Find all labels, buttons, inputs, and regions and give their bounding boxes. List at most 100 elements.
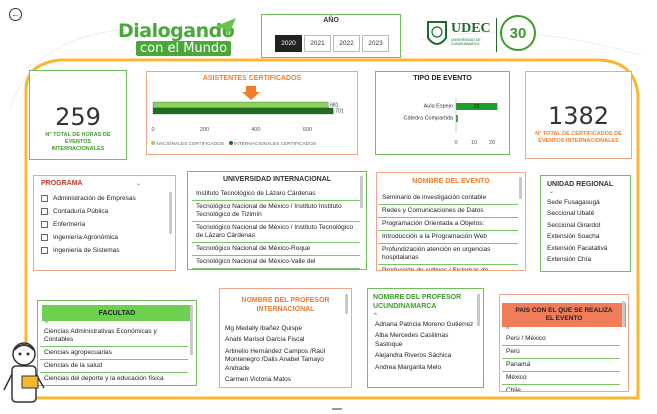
unidad-item[interactable]: Sede Fusagasugá (543, 197, 629, 209)
x-tick-label: 10 (471, 140, 477, 146)
checkbox[interactable] (41, 234, 48, 241)
logo-subtitle: con el Mundo (136, 41, 232, 56)
evento-item[interactable]: Programación Orientada a Objetos: (378, 218, 518, 231)
checkbox[interactable] (41, 221, 48, 228)
evento-scrollbar[interactable] (519, 177, 522, 199)
checkbox[interactable] (41, 247, 48, 254)
year-button-2023[interactable]: 2023 (362, 35, 389, 52)
pais-list: Perú / México Perú Panamá México Chile (502, 333, 620, 391)
evento-item[interactable]: Profundización atención en urgencias hos… (378, 244, 518, 265)
legend-national: NACIONALES CERTIFICADOS (156, 142, 225, 147)
prof-udec-list: Adriana Patricia Moreno Gutiérrez Alba Me… (371, 319, 479, 374)
prof-udec-item[interactable]: Alejandra Riveros Sáchica (371, 351, 479, 363)
pais-title: PAIS CON EL QUE SE REALIZA EL EVENTO (515, 307, 613, 322)
programa-option[interactable]: Ingeniería de Sistemas (41, 244, 166, 257)
udec-logo: UDEC UNIVERSIDAD DE CUNDINAMARCA (426, 18, 496, 52)
year-button-2020[interactable]: 2020 (275, 35, 302, 52)
category-label: Cátedra Compartida (403, 116, 453, 122)
unidad-item[interactable]: Extensión Soacha (543, 232, 629, 244)
prof-udec-item[interactable]: Alba Mercedes Casilimas Sastoque (371, 331, 479, 351)
pais-filter: PAIS CON EL QUE SE REALIZA EL EVENTO ^ P… (499, 294, 629, 392)
universidad-item[interactable]: Tecnológico Nacional de México / Institu… (192, 222, 360, 243)
udec-subtitle: UNIVERSIDAD DE CUNDINAMARCA (451, 38, 481, 46)
universidad-item[interactable]: Tecnológico Nacional de México-Valle del (192, 256, 360, 269)
x-tick-label: 20 (489, 140, 495, 146)
prof-udec-item[interactable]: Adriana Patricia Moreno Gutiérrez (371, 319, 479, 331)
back-button[interactable]: ← (9, 8, 22, 21)
year-button-2022[interactable]: 2022 (333, 35, 360, 52)
pais-item[interactable]: Chile (502, 385, 620, 391)
facultad-item[interactable]: Ciencias agropecuarias (40, 347, 188, 360)
facultad-header: FACULTAD (42, 305, 192, 321)
year-filter-title: AÑO (323, 17, 339, 24)
unidad-list: Sede Fusagasugá Seccional Ubaté Seccional … (543, 197, 629, 266)
universidad-item[interactable]: Tecnológico Nacional de México / Institu… (192, 201, 360, 222)
bar-value-label: 701 (335, 109, 344, 115)
kpi-certs-label: N° TOTAL DE CERTIFICADOS DE EVENTOS INTE… (535, 131, 622, 144)
udec-seal-icon (427, 21, 447, 45)
facultad-item[interactable]: Ciencias del deporte y la educación físi… (40, 373, 188, 385)
pais-item[interactable]: Panamá (502, 359, 620, 372)
evento-list: Seminario de investigación contable Redes… (378, 192, 518, 270)
unidad-item[interactable]: Seccional Girardot (543, 220, 629, 232)
programa-option[interactable]: Contaduría Pública (41, 205, 166, 218)
facultad-item[interactable]: Ciencias de la salud (40, 360, 188, 373)
programa-option[interactable]: Administración de Empresas (41, 192, 166, 205)
prof-int-item[interactable]: Artinelio Hernández Campos /Raúl Montene… (221, 346, 345, 375)
unidad-chevron-icon[interactable]: ⌄ (549, 188, 554, 195)
page-indicator (332, 408, 342, 410)
mascot-figure (3, 342, 45, 403)
programa-filter: PROGRAMA ⌄ Administración de Empresas Con… (33, 175, 176, 271)
pais-item[interactable]: México (502, 372, 620, 385)
checkbox[interactable] (41, 208, 48, 215)
unidad-item[interactable]: Extensión Chía (543, 255, 629, 267)
x-tick-label: 0 (454, 140, 457, 146)
anniversary-number: 30 (509, 24, 527, 42)
unidad-item[interactable]: Seccional Ubaté (543, 209, 629, 221)
facultad-scrollbar[interactable] (190, 305, 193, 355)
programa-option[interactable]: Ingeniería Agronómica (41, 231, 166, 244)
unidad-item[interactable]: Extensión Facatativá (543, 243, 629, 255)
bar-national (152, 101, 329, 109)
kpi-hours-value: 259 (55, 103, 101, 131)
x-tick-label: 200 (200, 127, 209, 133)
facultad-filter: FACULTAD ^ Ciencias Administrativas Econ… (37, 300, 197, 386)
pais-item[interactable]: Perú / México (502, 333, 620, 346)
programa-scrollbar[interactable] (169, 192, 172, 234)
evento-filter: NOMBRE DEL EVENTO Seminario de investiga… (376, 172, 526, 271)
event-type-bar (456, 115, 458, 122)
evento-item[interactable]: Seminario de investigación contable (378, 192, 518, 205)
universidad-title: UNIVERSIDAD INTERNACIONAL (222, 176, 332, 183)
facultad-item[interactable]: Ciencias Administrativas Económicas y Co… (40, 326, 188, 347)
programa-list: Administración de Empresas Contaduría Púb… (41, 192, 166, 257)
x-tick-label: 0 (151, 127, 154, 133)
checkbox[interactable] (41, 195, 48, 202)
programa-option-label: Ingeniería Agronómica (53, 234, 119, 241)
prof-int-item[interactable]: Carmen Victoria Matos (221, 375, 345, 387)
prof-int-item[interactable]: Anahi Marisol García Fiscal (221, 335, 345, 347)
programa-option-label: Enfermería (53, 221, 86, 228)
anniversary-logo: 30 (500, 15, 536, 51)
evento-item[interactable]: Producción de cultivos / Sistemas de (378, 265, 518, 270)
unidad-title: UNIDAD REGIONAL (547, 181, 614, 188)
x-tick-label: 400 (251, 127, 260, 133)
prof-udec-title: NOMBRE DEL PROFESOR UCUNDINAMARCA (373, 294, 462, 310)
evento-title: NOMBRE DEL EVENTO (412, 178, 490, 185)
universidad-scrollbar[interactable] (360, 176, 363, 208)
programa-option[interactable]: Enfermería (41, 218, 166, 231)
universidad-item[interactable]: Instituto Tecnológico de Lázaro Cárdenas (192, 188, 360, 201)
universidad-item[interactable]: Tecnológico Nacional de México-Roque (192, 243, 360, 256)
pais-item[interactable]: Perú (502, 346, 620, 359)
programa-chevron-icon[interactable]: ⌄ (136, 180, 141, 187)
universidad-filter: UNIVERSIDAD INTERNACIONAL Instituto Tecn… (187, 171, 367, 270)
x-tick-label: 600 (303, 127, 312, 133)
evento-item[interactable]: Introducción a la Programación Web (378, 231, 518, 244)
prof-udec-scrollbar[interactable] (477, 294, 480, 326)
prof-int-scrollbar[interactable] (345, 294, 348, 314)
facultad-title: FACULTAD (98, 309, 136, 317)
prof-udec-item[interactable]: Andrea Margarita Melo (371, 362, 479, 374)
evento-item[interactable]: Redes y Comunicaciones de Datos (378, 205, 518, 218)
prof-int-item[interactable]: Mg Medally Ibañez Quispe (221, 323, 345, 335)
pais-scrollbar[interactable] (622, 301, 625, 327)
year-button-2021[interactable]: 2021 (304, 35, 331, 52)
